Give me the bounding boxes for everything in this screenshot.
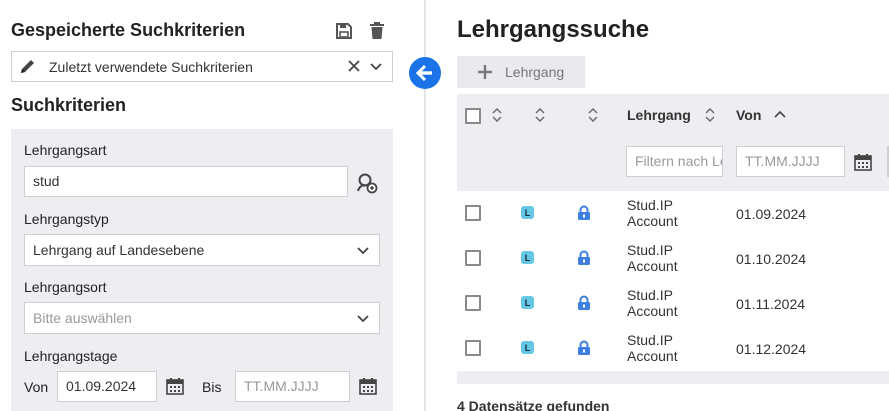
von-cell: 01.12.2024 (736, 341, 807, 357)
lock-icon (578, 250, 590, 265)
criteria-title: Suchkriterien (11, 95, 127, 115)
filter-von-calendar-button[interactable] (853, 152, 873, 172)
lehrgang-cell: Stud.IP Account (627, 242, 678, 274)
column-header-von[interactable]: Von (736, 107, 761, 123)
pencil-icon (21, 60, 34, 73)
lehrgangsart-label: Lehrgangsart (24, 142, 107, 158)
lehrgang-line2: Account (627, 213, 678, 229)
lehrgang-line2: Account (627, 258, 678, 274)
collapse-panel-button[interactable] (409, 57, 441, 89)
von-label: Von (24, 379, 49, 395)
saved-criteria-select[interactable]: Zuletzt verwendete Suchkriterien (11, 51, 393, 82)
chevron-down-icon[interactable] (368, 58, 384, 74)
search-user-icon (357, 173, 378, 194)
table-row[interactable]: L Stud.IP Account 01.09.2024 (457, 191, 889, 236)
von-calendar-button[interactable] (165, 376, 185, 396)
sort-asc-icon[interactable] (774, 110, 786, 118)
lock-icon (578, 205, 590, 220)
bis-date-input[interactable]: TT.MM.JJJJ (235, 371, 350, 402)
lehrgang-line1: Stud.IP (627, 287, 673, 303)
app-root: Gespeicherte Suchkriterien Zuletzt verwe… (0, 0, 889, 411)
sort-icon[interactable] (535, 108, 545, 122)
lehrgang-type-badge: L (521, 251, 534, 264)
save-icon (336, 23, 352, 39)
trash-icon (370, 22, 384, 39)
lehrgangstyp-select[interactable]: Lehrgang auf Landesebene (24, 234, 380, 266)
lehrgang-type-badge: L (521, 341, 534, 354)
table-row[interactable]: L Stud.IP Account 01.10.2024 (457, 236, 889, 281)
table-row[interactable]: L Stud.IP Account 01.11.2024 (457, 281, 889, 326)
calendar-icon (854, 154, 872, 171)
add-lehrgang-label: Lehrgang (505, 64, 565, 80)
lock-icon (578, 340, 590, 355)
von-date-input[interactable]: 01.09.2024 (57, 371, 157, 402)
lehrgang-cell: Stud.IP Account (627, 197, 678, 229)
lehrgang-line2: Account (627, 303, 678, 319)
lehrgangstyp-value: Lehrgang auf Landesebene (33, 242, 205, 258)
von-cell: 01.11.2024 (736, 296, 806, 312)
close-icon[interactable] (346, 58, 362, 74)
bis-label: Bis (202, 379, 222, 395)
table-header: Lehrgang Von Filtern nach Lehrgang TT.MM… (457, 94, 889, 191)
lock-icon (578, 295, 590, 310)
page-title: Lehrgangssuche (457, 16, 650, 43)
von-cell: 01.10.2024 (736, 251, 807, 267)
search-criteria-panel: Gespeicherte Suchkriterien Zuletzt verwe… (0, 0, 405, 411)
sort-icon[interactable] (492, 108, 502, 122)
sort-icon[interactable] (705, 108, 715, 122)
column-header-lehrgang[interactable]: Lehrgang (627, 107, 691, 123)
table-row[interactable]: L Stud.IP Account 01.12.2024 (457, 326, 889, 371)
lehrgang-cell: Stud.IP Account (627, 287, 678, 319)
criteria-form: Lehrgangsart stud Lehrgangstyp Lehrgang … (11, 129, 393, 411)
lehrgangsart-input[interactable]: stud (24, 166, 348, 197)
select-all-checkbox[interactable] (465, 108, 481, 124)
von-cell: 01.09.2024 (736, 206, 807, 222)
row-checkbox[interactable] (465, 295, 481, 311)
chevron-down-icon (357, 247, 369, 255)
lehrgangsort-select[interactable]: Bitte auswählen (24, 302, 380, 334)
lehrgangstyp-label: Lehrgangstyp (24, 211, 109, 227)
lehrgang-cell: Stud.IP Account (627, 332, 678, 364)
row-checkbox[interactable] (465, 340, 481, 356)
row-checkbox[interactable] (465, 250, 481, 266)
result-count: 4 Datensätze gefunden (457, 398, 610, 411)
lehrgang-line1: Stud.IP (627, 332, 673, 348)
row-checkbox[interactable] (465, 205, 481, 221)
lehrgang-type-badge: L (521, 296, 534, 309)
chevron-down-icon (357, 315, 369, 323)
lehrgang-line2: Account (627, 348, 678, 364)
lehrgangstage-label: Lehrgangstage (24, 348, 118, 364)
arrow-left-icon (416, 64, 432, 82)
lehrgangsart-search-button[interactable] (355, 171, 379, 195)
lehrgangsort-label: Lehrgangsort (24, 279, 107, 295)
lehrgang-line1: Stud.IP (627, 197, 673, 213)
calendar-icon (166, 378, 184, 395)
delete-button[interactable] (367, 21, 387, 41)
table-horizontal-scrollbar[interactable] (457, 371, 889, 384)
saved-criteria-title: Gespeicherte Suchkriterien (11, 20, 246, 40)
filter-von-input[interactable]: TT.MM.JJJJ (736, 146, 845, 177)
lehrgang-line1: Stud.IP (627, 242, 673, 258)
filter-lehrgang-input[interactable]: Filtern nach Lehrgang (626, 146, 723, 177)
lehrgang-type-badge: L (521, 206, 534, 219)
calendar-icon (359, 378, 377, 395)
lehrgangsort-placeholder: Bitte auswählen (33, 310, 132, 326)
sort-icon[interactable] (588, 108, 598, 122)
add-lehrgang-button[interactable]: Lehrgang (457, 56, 585, 88)
saved-criteria-value: Zuletzt verwendete Suchkriterien (49, 59, 253, 75)
save-button[interactable] (334, 21, 354, 41)
bis-calendar-button[interactable] (358, 376, 378, 396)
plus-icon (477, 64, 493, 80)
